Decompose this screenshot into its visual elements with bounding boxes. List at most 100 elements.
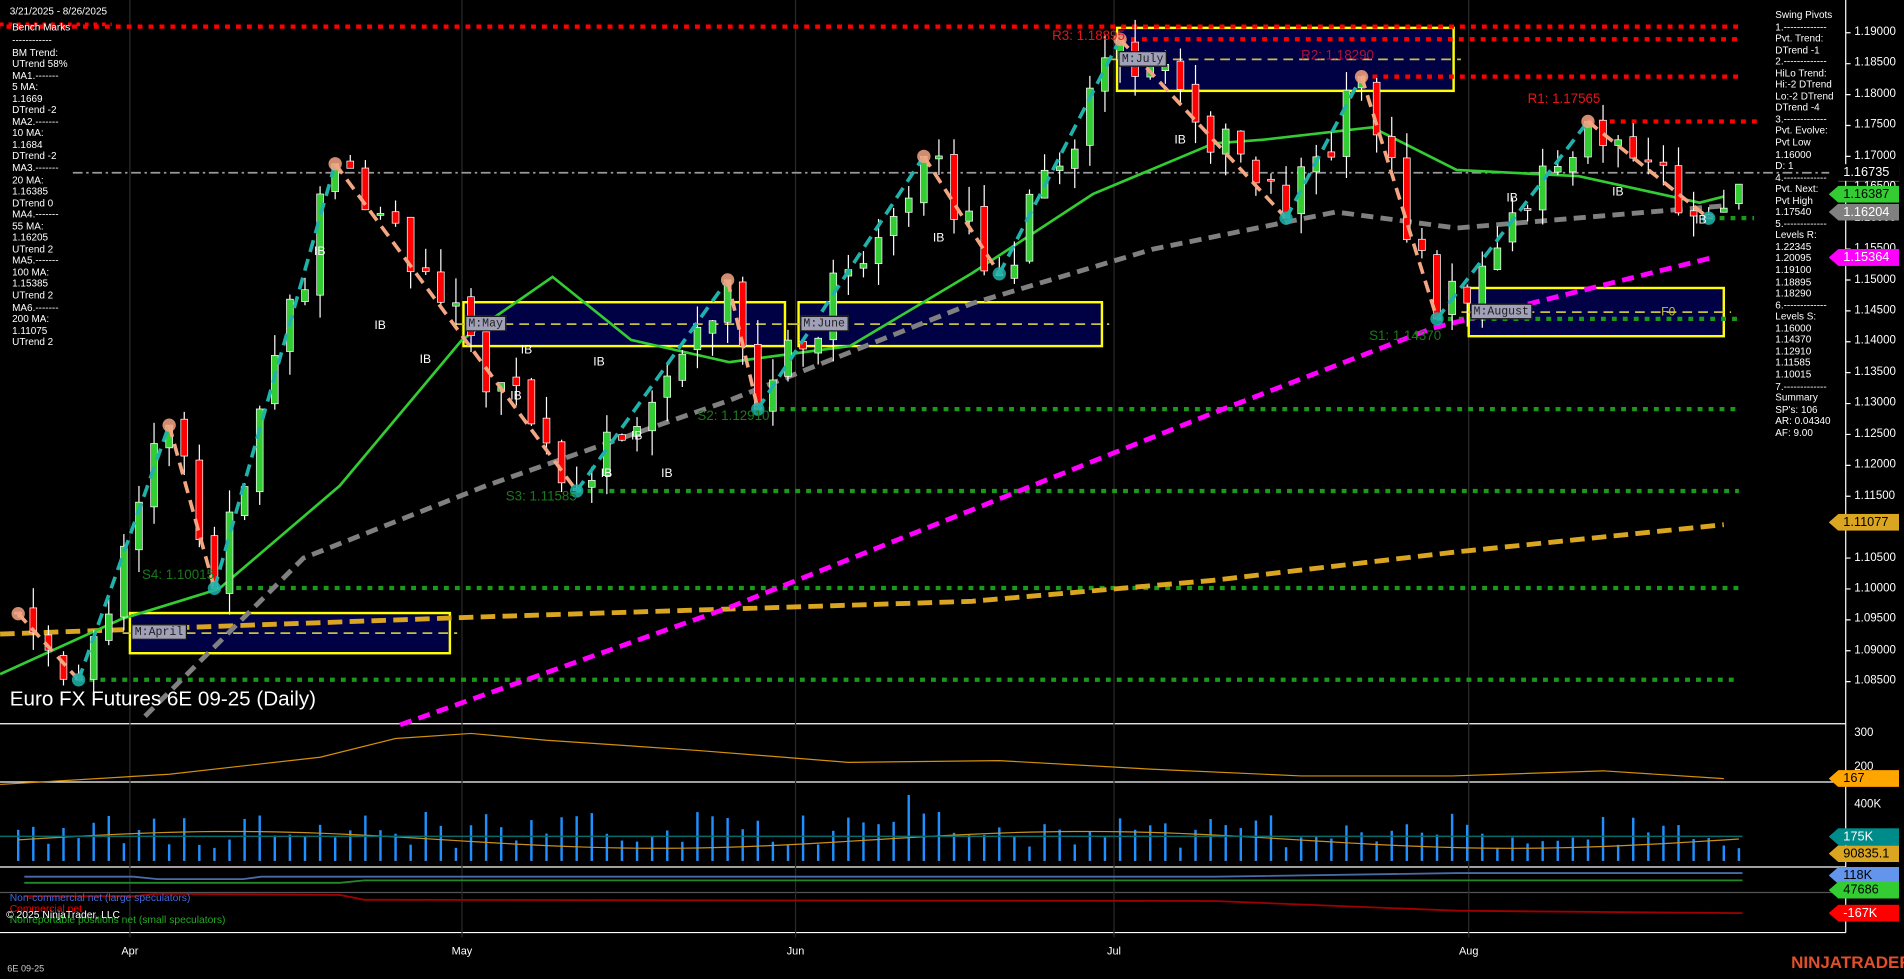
candle [1554, 166, 1561, 172]
candle [422, 268, 429, 272]
swing-pivot-line: Pvt. Evolve: [1775, 126, 1833, 138]
swing-pivot-line: 1.19100 [1775, 265, 1833, 277]
moving-average-20ma [0, 127, 1724, 674]
swing-pivot-line: SP's: 106 [1775, 404, 1833, 416]
candle [1464, 287, 1471, 303]
swing-pivot-line: 1.------------- [1775, 21, 1833, 33]
benchmark-line: DTrend -2 [12, 151, 67, 163]
benchmark-line: 200 MA: [12, 313, 67, 325]
monthly-box-label: M:May [465, 316, 507, 332]
swing-pivot-line: AR: 0.04340 [1775, 415, 1833, 427]
cot-commercial-line [24, 894, 1742, 913]
candle [1056, 166, 1063, 170]
benchmark-line: DTrend -2 [12, 105, 67, 117]
inside-bar-label: IB [661, 467, 672, 480]
swing-zigzag-leg [1286, 77, 1361, 219]
month-label: Jul [1107, 945, 1121, 957]
swing-pivot-line: 2.------------- [1775, 56, 1833, 68]
candle [120, 546, 127, 617]
candle [302, 290, 309, 302]
price-axis-label: 1.10000 [1854, 582, 1896, 595]
cot-noncommercial-line [24, 873, 1742, 879]
benchmark-line: DTrend 0 [12, 198, 67, 210]
swing-pivot-line: Lo:-2 DTrend [1775, 91, 1833, 103]
swing-high-marker [162, 419, 175, 432]
swing-pivot-line: 1.12910 [1775, 346, 1833, 358]
cot-tag: -167K [1829, 905, 1899, 922]
candle [1539, 166, 1546, 210]
price-axis-label: 1.08500 [1854, 674, 1896, 687]
inside-bar-label: IB [1612, 186, 1623, 199]
benchmark-line: 1.1684 [12, 140, 67, 152]
level-label: S1: 1.14370 [1369, 329, 1441, 344]
candle [1735, 184, 1742, 203]
swing-low-marker [993, 267, 1006, 280]
swing-pivot-line: Swing Pivots [1775, 10, 1833, 22]
candle [1011, 265, 1018, 278]
candle [1252, 160, 1259, 183]
benchmark-line: 1.15385 [12, 279, 67, 291]
candle [619, 435, 626, 441]
benchmark-line: MA1.------- [12, 70, 67, 82]
swing-high-marker [721, 273, 734, 286]
benchmark-line: 1.16205 [12, 232, 67, 244]
candle [1373, 82, 1380, 135]
swing-pivot-line: 7.------------- [1775, 381, 1833, 393]
candle [1479, 266, 1486, 306]
swing-pivot-line: 3.------------- [1775, 114, 1833, 126]
candle [181, 419, 188, 456]
price-tag: 1.11077 [1829, 514, 1899, 531]
candle [588, 480, 595, 487]
benchmark-line: MA2.------- [12, 116, 67, 128]
candle [815, 338, 822, 353]
swing-zigzag-leg [214, 164, 335, 589]
candle [513, 377, 520, 386]
inside-bar-label: IB [420, 353, 431, 366]
bench-marks-label: Bench Marks [12, 22, 70, 34]
level-label: R3: 1.18895 [1052, 30, 1125, 45]
date-range: 3/21/2025 - 8/26/2025 [10, 6, 107, 18]
swing-zigzag-leg [169, 425, 214, 588]
inside-bar-label: IB [374, 319, 385, 332]
candle [483, 332, 490, 392]
monthly-box-label: M:August [1470, 304, 1533, 320]
benchmark-line: UTrend 2 [12, 337, 67, 349]
price-axis-label: 1.09500 [1854, 613, 1896, 626]
oscillator-axis-label: 300 [1854, 726, 1873, 739]
inside-bar-label: IB [933, 232, 944, 245]
price-chart[interactable] [0, 0, 1904, 979]
price-axis-label: 1.10500 [1854, 551, 1896, 564]
benchmark-line: 1.11075 [12, 325, 67, 337]
benchmark-line: MA4.------- [12, 209, 67, 221]
swing-high-marker [12, 607, 25, 620]
month-label: Apr [121, 945, 138, 957]
candle [905, 198, 912, 212]
benchmark-line: BM Trend: [12, 47, 67, 59]
swing-pivot-line: DTrend -1 [1775, 44, 1833, 56]
candle [664, 376, 671, 397]
benchmark-line: UTrend 58% [12, 58, 67, 70]
candle [1222, 129, 1229, 154]
candle [347, 161, 354, 168]
candle [1600, 120, 1607, 145]
oscillator-line [0, 733, 1724, 784]
monthly-box-label: M:April [131, 625, 187, 641]
swing-low-marker [1279, 211, 1292, 224]
swing-high-marker [1355, 70, 1368, 83]
month-label: Aug [1459, 945, 1478, 957]
candle [392, 212, 399, 223]
candle [1615, 140, 1622, 146]
swing-pivot-line: 1.18895 [1775, 276, 1833, 288]
candle [875, 238, 882, 264]
candle [936, 156, 943, 159]
candle [105, 614, 112, 640]
candle [709, 321, 716, 334]
swing-pivot-line: 5.------------- [1775, 218, 1833, 230]
benchmark-line: MA5.------- [12, 255, 67, 267]
candle [1343, 90, 1350, 156]
price-axis-label: 1.12500 [1854, 427, 1896, 440]
inside-bar-label: IB [314, 245, 325, 258]
price-axis-label: 1.18500 [1854, 56, 1896, 69]
candle [1494, 248, 1501, 270]
swing-pivot-line: 1.18290 [1775, 288, 1833, 300]
